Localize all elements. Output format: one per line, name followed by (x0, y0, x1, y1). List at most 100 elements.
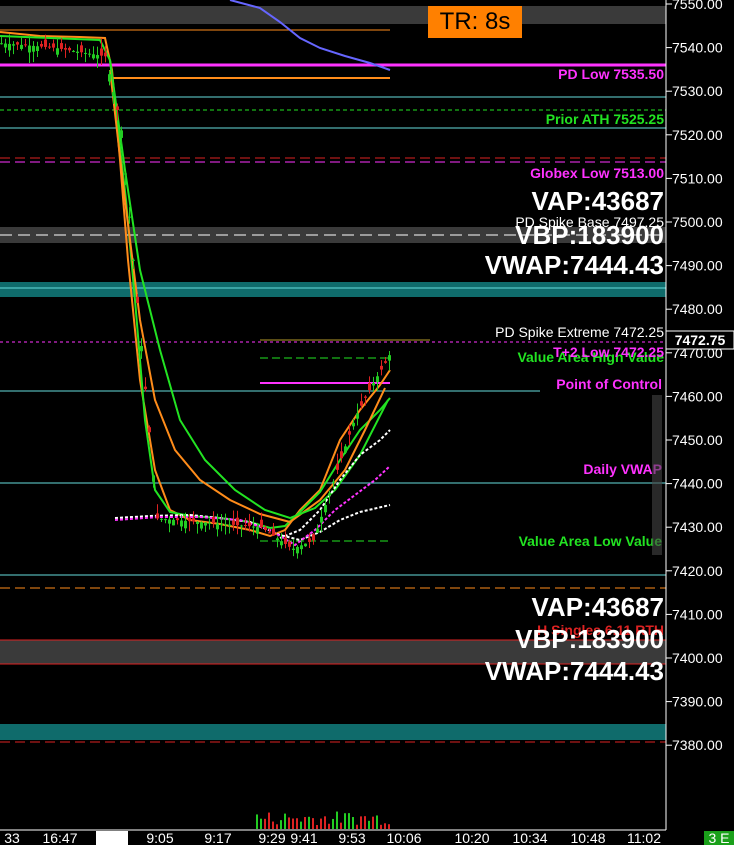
volume-bar (336, 811, 338, 829)
volume-bar (384, 823, 386, 829)
volume-bar (376, 815, 378, 829)
prior-ath-label: Prior ATH 7525.25 (546, 111, 664, 127)
candle-body (56, 48, 59, 55)
volume-bar (372, 816, 374, 829)
daily-vwap-label: Daily VWAP (583, 461, 662, 477)
volume-bar (320, 818, 322, 829)
time-tick-label: 9:17 (204, 830, 231, 845)
volume-bar (388, 824, 390, 829)
pd-spike-extreme-label: PD Spike Extreme 7472.25 (495, 324, 664, 340)
candle-body (220, 523, 223, 525)
volume-bar (256, 814, 258, 829)
candle-body (48, 46, 51, 48)
candle-body (28, 45, 31, 53)
price-tick-label: 7380.00 (672, 737, 723, 753)
candle-body (16, 42, 19, 45)
time-tick-label: 9:29 (258, 830, 285, 845)
candle-body (212, 516, 215, 524)
candle-body (328, 493, 331, 496)
volume-bar (260, 818, 262, 829)
candle-body (236, 517, 239, 526)
candle-body (340, 451, 343, 459)
candle-body (300, 545, 303, 550)
volume-bar (344, 813, 346, 829)
time-axis[interactable]: 33 16:47 6:23 9:05 9:17 9:29 9:41 9:53 10:06 10:2… (0, 829, 734, 845)
candle-body (216, 523, 219, 530)
price-tick-label: 7480.00 (672, 301, 723, 317)
candle-body (256, 526, 259, 534)
candle-body (124, 173, 127, 175)
volume-bar (272, 821, 274, 829)
candle-body (240, 525, 243, 527)
candle-body (208, 522, 211, 524)
price-tick-label: 7550.00 (672, 0, 723, 12)
volume-bar (288, 817, 290, 829)
candle-body (380, 365, 383, 370)
zone-band-top (0, 6, 666, 24)
candle-body (180, 520, 183, 527)
time-tick-label: 10:48 (570, 830, 605, 845)
time-tick-label: 9:05 (146, 830, 173, 845)
volume-bar (308, 816, 310, 829)
candle-body (372, 382, 375, 386)
volume-bar (280, 820, 282, 829)
candle-body (112, 92, 115, 97)
candle-body (80, 45, 83, 53)
volume-bar (304, 817, 306, 829)
candle-body (140, 345, 143, 352)
candle-body (192, 518, 195, 522)
candle-body (232, 520, 235, 525)
candle-body (376, 376, 379, 383)
candle-body (384, 361, 387, 363)
price-tick-label: 7410.00 (672, 606, 723, 622)
candle-body (76, 51, 79, 53)
candle-body (120, 130, 123, 138)
trading-chart[interactable]: PD Low 7535.50 Prior ATH 7525.25 Globex … (0, 0, 734, 845)
candle-body (44, 39, 47, 47)
candle-body (0, 43, 3, 45)
time-tick-label: 9:41 (290, 830, 317, 845)
candle-body (312, 534, 315, 541)
candle-body (356, 413, 359, 419)
candle-body (128, 216, 131, 218)
candle-body (284, 537, 287, 544)
candle-body (388, 355, 391, 361)
candle-body (288, 541, 291, 547)
vwap-upper: VWAP:7444.43 (485, 250, 664, 280)
candle-body (264, 527, 267, 530)
volume-bar (296, 818, 298, 829)
candle-body (40, 43, 43, 47)
vap-lower: VAP:43687 (532, 592, 665, 622)
zone-band-cyan-lower (0, 724, 666, 740)
volume-bar (348, 813, 350, 829)
price-tick-label: 7530.00 (672, 83, 723, 99)
volume-bar (360, 816, 362, 829)
t2-low-label: T+2 Low 7472.25 (553, 344, 664, 360)
price-tick-label: 7400.00 (672, 650, 723, 666)
volume-bar (312, 818, 314, 829)
vap-upper: VAP:43687 (532, 186, 665, 216)
candle-body (224, 524, 227, 526)
volume-bar (332, 818, 334, 829)
volume-bar (284, 813, 286, 829)
price-tick-label: 7460.00 (672, 388, 723, 404)
time-tick-label: 6:23 (98, 830, 125, 845)
candle-body (332, 481, 335, 483)
time-tick-label: 16:47 (42, 830, 77, 845)
volume-bar (324, 816, 326, 829)
price-tick-label: 7490.00 (672, 258, 723, 274)
candle-body (320, 516, 323, 523)
volume-bar (292, 818, 294, 829)
candle-body (24, 44, 27, 46)
volume-bar (368, 820, 370, 829)
price-tick-label: 7510.00 (672, 170, 723, 186)
candle-body (336, 463, 339, 470)
candle-body (72, 50, 75, 52)
price-tick-label: 7540.00 (672, 40, 723, 56)
volume-bar (380, 824, 382, 829)
candle-body (12, 44, 15, 46)
candle-body (292, 548, 295, 550)
candle-body (116, 106, 119, 110)
candle-body (244, 525, 247, 527)
candle-body (96, 54, 99, 59)
